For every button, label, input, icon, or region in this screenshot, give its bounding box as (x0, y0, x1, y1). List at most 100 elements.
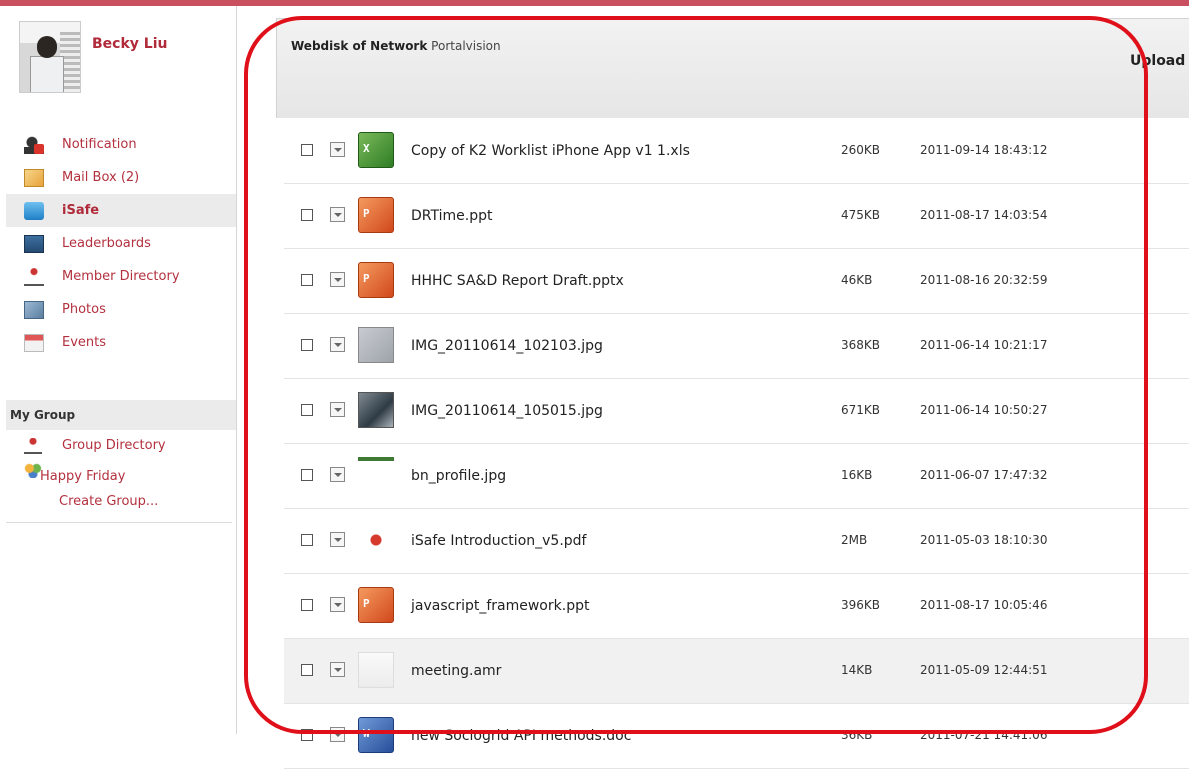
file-menu-dropdown[interactable] (330, 662, 345, 677)
file-checkbox[interactable] (301, 274, 313, 286)
file-row[interactable]: iSafe Introduction_v5.pdf 2MB 2011-05-03… (284, 509, 1189, 574)
file-size: 475KB (841, 208, 881, 222)
sidebar-item-notification[interactable]: Notification (6, 128, 236, 161)
group-directory-icon (24, 438, 42, 454)
sidebar-item-member-directory[interactable]: Member Directory (6, 260, 236, 293)
file-row[interactable]: meeting.amr 14KB 2011-05-09 12:44:51 (284, 639, 1189, 704)
file-checkbox[interactable] (301, 469, 313, 481)
file-checkbox[interactable] (301, 599, 313, 611)
file-menu-dropdown[interactable] (330, 402, 345, 417)
file-size: 36KB (841, 728, 873, 742)
file-menu-dropdown[interactable] (330, 272, 345, 287)
file-name[interactable]: javascript_framework.ppt (411, 598, 589, 614)
mailbox-icon (24, 168, 44, 187)
file-checkbox[interactable] (301, 664, 313, 676)
file-row[interactable]: IMG_20110614_102103.jpg 368KB 2011-06-14… (284, 314, 1189, 379)
excel-file-icon: X (358, 132, 394, 168)
file-list: X Copy of K2 Worklist iPhone App v1 1.xl… (284, 119, 1189, 769)
my-group-header: My Group (6, 400, 236, 430)
photos-icon (24, 300, 44, 319)
file-menu-dropdown[interactable] (330, 532, 345, 547)
sidebar-item-photos[interactable]: Photos (6, 293, 236, 326)
file-checkbox[interactable] (301, 404, 313, 416)
file-row[interactable]: X Copy of K2 Worklist iPhone App v1 1.xl… (284, 119, 1189, 184)
file-date: 2011-05-03 18:10:30 (920, 533, 1048, 547)
file-checkbox[interactable] (301, 209, 313, 221)
avatar-body (30, 56, 64, 92)
file-menu-dropdown[interactable] (330, 207, 345, 222)
sidebar-item-events[interactable]: Events (6, 326, 236, 359)
sidebar-item-label: Photos (62, 302, 106, 317)
file-menu-dropdown[interactable] (330, 597, 345, 612)
file-checkbox[interactable] (301, 339, 313, 351)
webdisk-title: Webdisk of Network Portalvision (291, 39, 501, 53)
powerpoint-file-icon: P (358, 587, 394, 623)
sidebar (0, 6, 237, 734)
file-date: 2011-08-17 10:05:46 (920, 598, 1048, 612)
sidebar-item-label: Mail Box (2) (62, 170, 140, 185)
sidebar-item-leaderboards[interactable]: Leaderboards (6, 227, 236, 260)
file-row[interactable]: IMG_20110614_105015.jpg 671KB 2011-06-14… (284, 379, 1189, 444)
file-menu-dropdown[interactable] (330, 337, 345, 352)
file-size: 671KB (841, 403, 881, 417)
powerpoint-file-icon: P (358, 197, 394, 233)
sidebar-item-label: Notification (62, 137, 137, 152)
file-name[interactable]: Copy of K2 Worklist iPhone App v1 1.xls (411, 143, 690, 159)
file-size: 396KB (841, 598, 881, 612)
file-name[interactable]: iSafe Introduction_v5.pdf (411, 533, 586, 549)
file-date: 2011-08-17 14:03:54 (920, 208, 1048, 222)
file-size: 368KB (841, 338, 881, 352)
file-name[interactable]: DRTime.ppt (411, 208, 492, 224)
file-checkbox[interactable] (301, 534, 313, 546)
webdisk-title-bold: Webdisk of Network (291, 39, 428, 53)
file-name[interactable]: new Sociogrid API methods.doc (411, 728, 631, 744)
file-row[interactable]: P DRTime.ppt 475KB 2011-08-17 14:03:54 (284, 184, 1189, 249)
file-row[interactable]: P HHHC SA&D Report Draft.pptx 46KB 2011-… (284, 249, 1189, 314)
file-date: 2011-06-14 10:50:27 (920, 403, 1048, 417)
sidebar-item-isafe[interactable]: iSafe (6, 194, 236, 227)
powerpoint-file-icon: P (358, 262, 394, 298)
file-date: 2011-07-21 14:41:06 (920, 728, 1048, 742)
file-date: 2011-06-14 10:21:17 (920, 338, 1048, 352)
file-checkbox[interactable] (301, 144, 313, 156)
sidebar-item-label: Member Directory (62, 269, 180, 284)
file-name[interactable]: bn_profile.jpg (411, 468, 506, 484)
file-name[interactable]: HHHC SA&D Report Draft.pptx (411, 273, 624, 289)
file-row[interactable]: P javascript_framework.ppt 396KB 2011-08… (284, 574, 1189, 639)
upload-button[interactable]: Upload (1130, 53, 1185, 69)
file-menu-dropdown[interactable] (330, 727, 345, 742)
pdf-file-icon (358, 522, 394, 558)
file-size: 2MB (841, 533, 868, 547)
file-menu-dropdown[interactable] (330, 142, 345, 157)
file-date: 2011-09-14 18:43:12 (920, 143, 1048, 157)
file-date: 2011-05-09 12:44:51 (920, 663, 1048, 677)
leaderboards-icon (24, 234, 44, 253)
sidebar-nav: Notification Mail Box (2) iSafe Leaderbo… (6, 128, 236, 359)
notification-icon (24, 135, 44, 154)
profile-name[interactable]: Becky Liu (92, 36, 167, 52)
group-directory-link[interactable]: Group Directory (62, 438, 166, 453)
file-date: 2011-08-16 20:32:59 (920, 273, 1048, 287)
file-name[interactable]: IMG_20110614_105015.jpg (411, 403, 603, 419)
webdisk-header: Webdisk of Network Portalvision Upload (276, 18, 1189, 118)
word-file-icon: W (358, 717, 394, 753)
file-row[interactable]: bn_profile.jpg 16KB 2011-06-07 17:47:32 (284, 444, 1189, 509)
image-thumbnail-icon (358, 327, 394, 363)
file-size: 14KB (841, 663, 873, 677)
events-icon (24, 333, 44, 352)
file-name[interactable]: meeting.amr (411, 663, 501, 679)
sidebar-divider (6, 522, 232, 523)
sidebar-item-mailbox[interactable]: Mail Box (2) (6, 161, 236, 194)
avatar-head (37, 36, 57, 58)
sidebar-item-label: Leaderboards (62, 236, 151, 251)
create-group-link[interactable]: Create Group... (59, 494, 158, 509)
file-menu-dropdown[interactable] (330, 467, 345, 482)
file-row[interactable]: W new Sociogrid API methods.doc 36KB 201… (284, 704, 1189, 769)
avatar[interactable] (19, 21, 81, 93)
member-directory-icon (24, 267, 44, 286)
file-date: 2011-06-07 17:47:32 (920, 468, 1048, 482)
webdisk-title-network: Portalvision (431, 39, 501, 53)
file-name[interactable]: IMG_20110614_102103.jpg (411, 338, 603, 354)
file-checkbox[interactable] (301, 729, 313, 741)
happy-friday-link[interactable]: Happy Friday (40, 469, 125, 484)
